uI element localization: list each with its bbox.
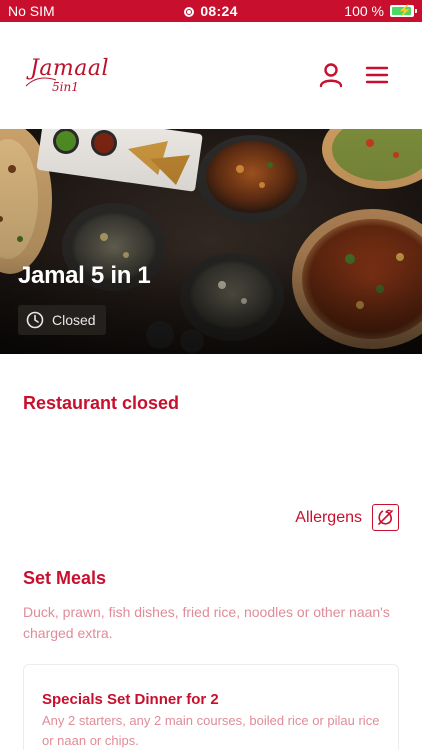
menu-item-card[interactable]: Specials Set Dinner for 2 Any 2 starters… [23,664,399,750]
allergens-label[interactable]: Allergens [295,509,362,527]
restaurant-logo[interactable]: Jamaal 5in1 [24,56,109,98]
category-description: Duck, prawn, fish dishes, fried rice, no… [23,604,390,641]
charging-icon: ⚡ [398,5,412,17]
battery-label: 100 % [344,3,384,19]
status-badge: Closed [18,305,106,335]
status-bar: No SIM 08:24 100 % ⚡ [0,0,422,22]
menu-item-name: Specials Set Dinner for 2 [42,691,219,708]
battery-icon: ⚡ [390,5,417,17]
app-header: Jamaal 5in1 [0,22,422,129]
category-title: Set Meals [23,568,107,588]
menu-item-description: Any 2 starters, any 2 main courses, boil… [42,713,380,748]
status-right: 100 % ⚡ [344,3,417,19]
restaurant-closed-notice: Restaurant closed [23,393,180,413]
clock-icon [26,311,44,329]
user-icon[interactable] [318,62,344,88]
allergens-button[interactable]: Allergens [295,504,399,531]
allergen-icon[interactable] [372,504,399,531]
time-label: 08:24 [200,3,238,19]
menu-icon[interactable] [364,62,390,88]
recording-icon [184,7,195,17]
logo-swash [25,77,57,87]
restaurant-name: Jamal 5 in 1 [18,262,151,289]
status-text: Closed [52,312,96,328]
